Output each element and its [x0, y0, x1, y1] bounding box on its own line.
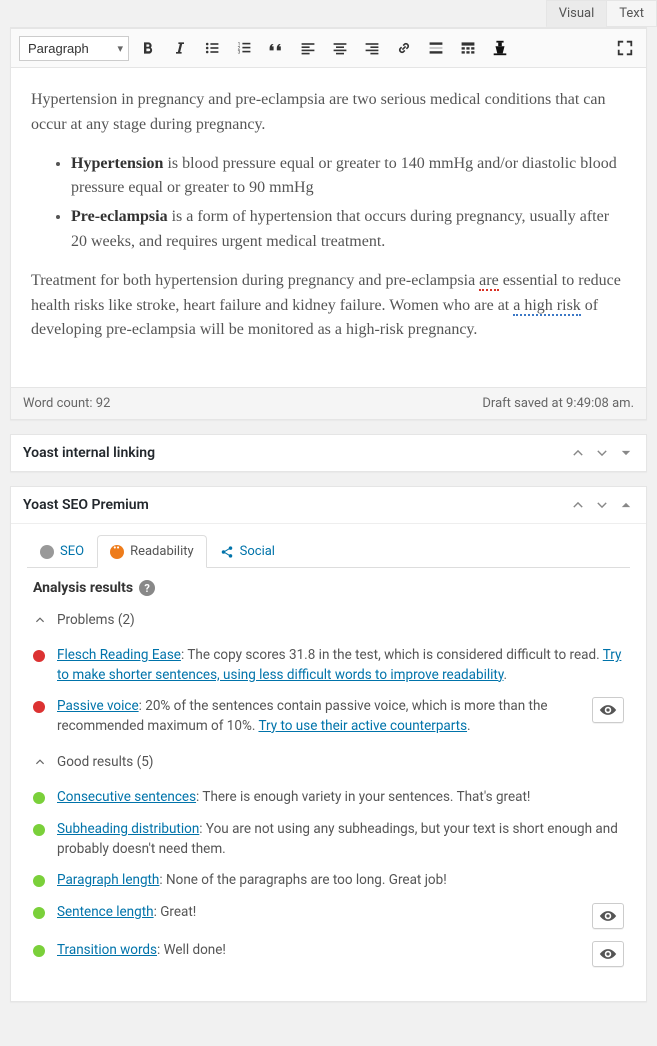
analysis-item: Sentence length: Great!: [27, 897, 630, 935]
sentence-length-link[interactable]: Sentence length: [57, 904, 154, 920]
yoast-icon[interactable]: [487, 35, 513, 61]
paragraph-length-link[interactable]: Paragraph length: [57, 872, 159, 888]
editor-toolbar: Paragraph 123: [11, 28, 646, 68]
blockquote-icon[interactable]: [263, 35, 289, 61]
panel-title: Yoast internal linking: [23, 445, 570, 461]
list-item: Pre-eclampsia is a form of hypertension …: [71, 205, 626, 255]
panel-yoast-internal-linking: Yoast internal linking: [10, 434, 647, 472]
flesch-reading-ease-link[interactable]: Flesch Reading Ease: [57, 647, 181, 663]
passive-voice-link[interactable]: Passive voice: [57, 698, 139, 714]
passive-fix-link[interactable]: Try to use their active counterparts: [258, 718, 467, 734]
content-list: Hypertension is blood pressure equal or …: [31, 152, 626, 255]
analysis-item: Passive voice: 20% of the sentences cont…: [27, 691, 630, 742]
align-center-icon[interactable]: [327, 35, 353, 61]
analysis-results-heading: Analysis results ?: [33, 580, 630, 596]
editor-content-area[interactable]: Hypertension in pregnancy and pre-eclamp…: [11, 68, 646, 387]
highlight-eye-button[interactable]: [592, 941, 624, 967]
share-icon: [220, 545, 234, 559]
consecutive-sentences-link[interactable]: Consecutive sentences: [57, 789, 196, 805]
analysis-item: Consecutive sentences: There is enough v…: [27, 782, 630, 814]
problems-list: Flesch Reading Ease: The copy scores 31.…: [27, 640, 630, 742]
score-green-dot-icon: [33, 875, 45, 887]
numbered-list-icon[interactable]: 123: [231, 35, 257, 61]
good-results-list: Consecutive sentences: There is enough v…: [27, 782, 630, 972]
tab-social[interactable]: Social: [207, 535, 288, 568]
spellcheck-blue: a high risk: [513, 297, 581, 316]
score-green-dot-icon: [33, 907, 45, 919]
problems-section-toggle[interactable]: Problems (2): [33, 612, 630, 628]
toolbar-toggle-icon[interactable]: [455, 35, 481, 61]
subheading-distribution-link[interactable]: Subheading distribution: [57, 821, 199, 837]
format-select[interactable]: Paragraph: [19, 36, 129, 61]
svg-text:3: 3: [238, 50, 241, 56]
content-paragraph: Treatment for both hypertension during p…: [31, 269, 626, 343]
highlight-eye-button[interactable]: [592, 903, 624, 929]
bulleted-list-icon[interactable]: [199, 35, 225, 61]
tab-seo[interactable]: SEO: [27, 535, 97, 568]
word-count-label: Word count: 92: [23, 396, 110, 411]
italic-icon[interactable]: [167, 35, 193, 61]
editor-status-bar: Word count: 92 Draft saved at 9:49:08 am…: [11, 387, 646, 419]
problems-label: Problems (2): [57, 612, 135, 628]
content-paragraph: Hypertension in pregnancy and pre-eclamp…: [31, 88, 626, 138]
score-red-dot-icon: [33, 650, 45, 662]
good-results-label: Good results (5): [57, 754, 154, 770]
score-red-dot-icon: [33, 701, 45, 713]
analysis-item: Subheading distribution: You are not usi…: [27, 814, 630, 865]
read-more-icon[interactable]: [423, 35, 449, 61]
score-green-dot-icon: [33, 945, 45, 957]
toggle-panel-icon[interactable]: [618, 445, 634, 461]
toggle-panel-icon[interactable]: [618, 497, 634, 513]
paragraph-select[interactable]: Paragraph: [19, 36, 129, 61]
editor-tab-visual[interactable]: Visual: [546, 0, 608, 27]
editor-box: Paragraph 123: [10, 27, 647, 420]
seo-score-dot-icon: [40, 545, 54, 559]
seo-tab-bar: SEO •• Readability Social: [27, 534, 630, 568]
bold-icon[interactable]: [135, 35, 161, 61]
help-icon[interactable]: ?: [139, 580, 155, 596]
move-down-icon[interactable]: [594, 497, 610, 513]
score-green-dot-icon: [33, 792, 45, 804]
draft-saved-label: Draft saved at 9:49:08 am.: [482, 396, 634, 411]
fullscreen-icon[interactable]: [612, 35, 638, 61]
spellcheck-red: are: [479, 272, 499, 291]
tab-readability[interactable]: •• Readability: [97, 535, 207, 568]
good-results-section-toggle[interactable]: Good results (5): [33, 754, 630, 770]
link-icon[interactable]: [391, 35, 417, 61]
analysis-item: Transition words: Well done!: [27, 935, 630, 973]
transition-words-link[interactable]: Transition words: [57, 942, 157, 958]
align-right-icon[interactable]: [359, 35, 385, 61]
list-item: Hypertension is blood pressure equal or …: [71, 152, 626, 202]
editor-tab-text[interactable]: Text: [606, 0, 657, 27]
panel-yoast-seo-premium: Yoast SEO Premium SEO •• Readability: [10, 486, 647, 1002]
move-down-icon[interactable]: [594, 445, 610, 461]
move-up-icon[interactable]: [570, 445, 586, 461]
chevron-up-icon: [33, 614, 47, 626]
readability-score-dot-icon: ••: [110, 545, 124, 559]
highlight-eye-button[interactable]: [592, 697, 624, 723]
analysis-item: Paragraph length: None of the paragraphs…: [27, 865, 630, 897]
chevron-up-icon: [33, 756, 47, 768]
move-up-icon[interactable]: [570, 497, 586, 513]
analysis-item: Flesch Reading Ease: The copy scores 31.…: [27, 640, 630, 691]
panel-title: Yoast SEO Premium: [23, 497, 570, 513]
align-left-icon[interactable]: [295, 35, 321, 61]
score-green-dot-icon: [33, 824, 45, 836]
